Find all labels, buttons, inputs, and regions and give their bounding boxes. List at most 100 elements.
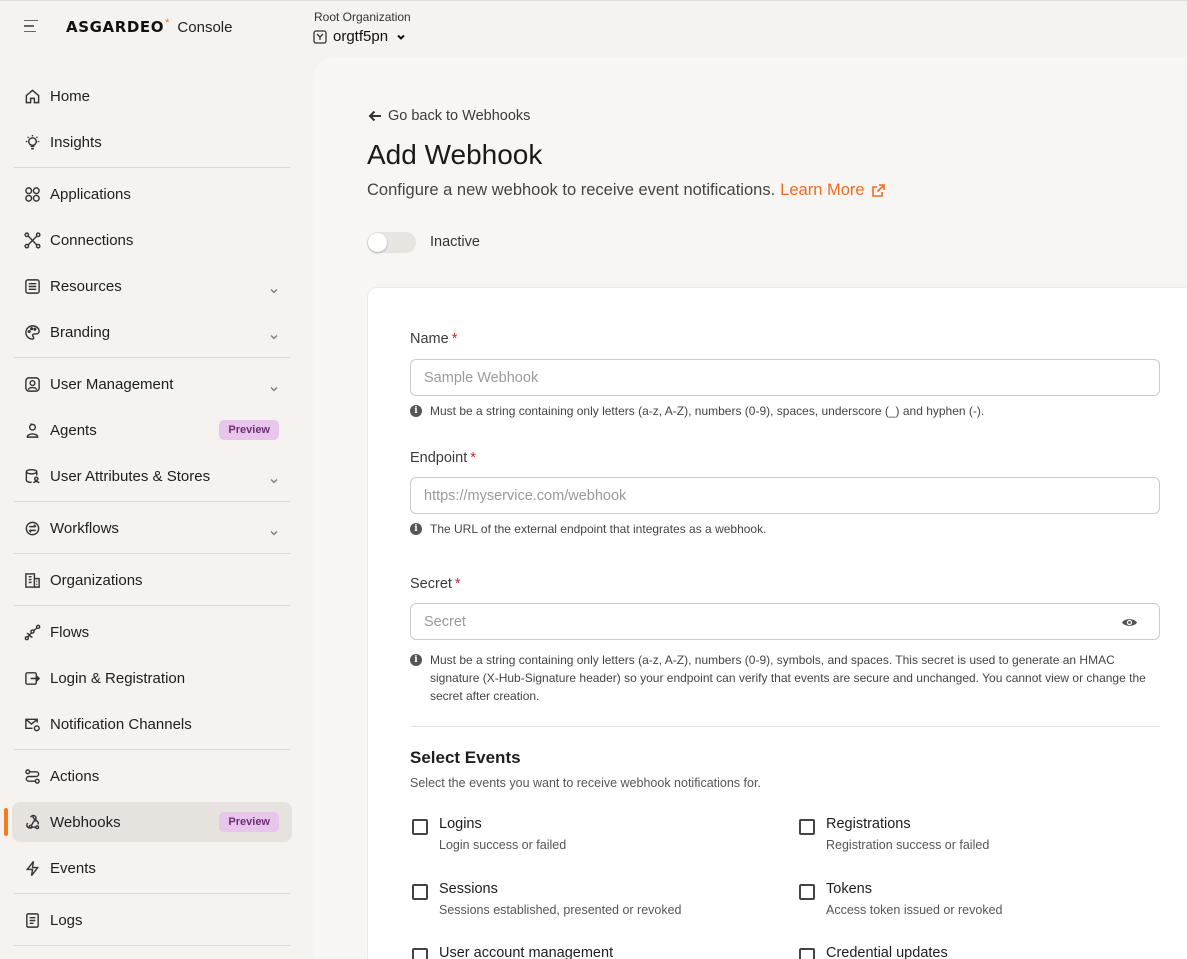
sidebar-item-resources[interactable]: Resources: [12, 266, 292, 306]
event-desc: Sessions established, presented or revok…: [439, 903, 682, 917]
sidebar-item-applications[interactable]: Applications: [12, 174, 292, 214]
sidebar-divider: [14, 553, 290, 554]
chevron-down-icon: [270, 328, 278, 340]
name-label-text: Name: [410, 331, 449, 347]
back-link[interactable]: Go back to Webhooks: [368, 108, 530, 124]
workflow-icon: [23, 519, 41, 537]
sidebar-item-user-management[interactable]: User Management: [12, 364, 292, 404]
sidebar-item-login-registration[interactable]: Login & Registration: [12, 658, 292, 698]
arrow-left-icon: [368, 110, 381, 122]
sidebar-item-workflows[interactable]: Workflows: [12, 508, 292, 548]
required-mark: *: [454, 576, 461, 592]
name-input[interactable]: [410, 359, 1160, 396]
sidebar-item-insights[interactable]: Insights: [12, 122, 292, 162]
chevron-down-icon: [270, 472, 278, 484]
applications-icon: [23, 185, 41, 203]
sidebar: ASGARDEO * Console Home Insights Applica…: [0, 0, 304, 959]
menu-icon[interactable]: [24, 20, 40, 36]
page-subtitle: Configure a new webhook to receive event…: [367, 181, 886, 200]
sidebar-divider: [14, 605, 290, 606]
resources-icon: [23, 277, 41, 295]
building-icon: [23, 571, 41, 589]
learn-more-label: Learn More: [780, 181, 865, 199]
endpoint-label-text: Endpoint: [410, 450, 468, 466]
toggle-knob: [368, 233, 387, 252]
event-desc: Registration success or failed: [826, 838, 990, 852]
event-title: Sessions: [439, 881, 498, 897]
secret-input[interactable]: [410, 603, 1160, 640]
sidebar-item-label: Notification Channels: [50, 715, 192, 733]
name-label: Name *: [410, 331, 457, 347]
sessions-checkbox[interactable]: [412, 884, 428, 900]
sidebar-item-notification-channels[interactable]: Notification Channels: [12, 704, 292, 744]
sidebar-item-label: Login & Registration: [50, 669, 186, 687]
org-switcher[interactable]: orgtf5pn: [313, 28, 406, 45]
sidebar-item-webhooks[interactable]: Webhooks Preview: [12, 802, 292, 842]
sidebar-item-label: Connections: [50, 231, 134, 249]
secret-label-text: Secret: [410, 576, 452, 592]
lightbulb-icon: [23, 133, 41, 151]
sidebar-divider: [14, 167, 290, 168]
sidebar-item-label: Events: [50, 859, 96, 877]
name-hint: i Must be a string containing only lette…: [410, 402, 984, 420]
sidebar-item-branding[interactable]: Branding: [12, 312, 292, 352]
endpoint-hint-text: The URL of the external endpoint that in…: [430, 522, 767, 536]
org-label: Root Organization: [314, 10, 411, 24]
sidebar-divider: [14, 357, 290, 358]
status-label: Inactive: [430, 234, 480, 250]
sidebar-item-events[interactable]: Events: [12, 848, 292, 888]
sidebar-divider: [14, 945, 290, 946]
endpoint-input[interactable]: [410, 477, 1160, 514]
learn-more-link[interactable]: Learn More: [780, 181, 885, 200]
eye-icon[interactable]: [1121, 614, 1138, 631]
status-toggle[interactable]: [367, 232, 416, 253]
sidebar-divider: [14, 893, 290, 894]
brand[interactable]: ASGARDEO * Console: [66, 17, 232, 36]
sidebar-item-label: Home: [50, 87, 91, 105]
agent-icon: [23, 421, 41, 439]
required-mark: *: [451, 331, 458, 347]
endpoint-label: Endpoint *: [410, 450, 476, 466]
logins-checkbox[interactable]: [412, 819, 428, 835]
sidebar-item-organizations[interactable]: Organizations: [12, 560, 292, 600]
sidebar-item-user-attributes-stores[interactable]: User Attributes & Stores: [12, 456, 292, 496]
sidebar-item-label: Flows: [50, 623, 90, 641]
sidebar-item-label: Branding: [50, 323, 111, 341]
credential-updates-checkbox[interactable]: [799, 948, 815, 959]
info-icon: i: [410, 523, 422, 535]
brand-star: *: [165, 17, 170, 29]
subtitle-text: Configure a new webhook to receive event…: [367, 181, 776, 199]
event-title: Logins: [439, 816, 482, 832]
registrations-checkbox[interactable]: [799, 819, 815, 835]
organization-icon: [313, 30, 327, 44]
login-icon: [23, 669, 41, 687]
section-divider: [410, 726, 1160, 727]
external-link-icon: [871, 184, 885, 197]
active-indicator: [4, 808, 8, 836]
sidebar-item-label: Insights: [50, 133, 102, 151]
sidebar-item-label: Resources: [50, 277, 122, 295]
sidebar-item-home[interactable]: Home: [12, 76, 292, 116]
tokens-checkbox[interactable]: [799, 884, 815, 900]
back-link-label: Go back to Webhooks: [388, 108, 531, 124]
event-title: User account management: [439, 945, 614, 959]
home-icon: [23, 87, 41, 105]
sidebar-item-label: Actions: [50, 767, 100, 785]
brand-logo: ASGARDEO: [66, 18, 165, 36]
lightning-icon: [23, 859, 41, 877]
sidebar-item-actions[interactable]: Actions: [12, 756, 292, 796]
sidebar-item-label: Organizations: [50, 571, 143, 589]
sidebar-item-label: Applications: [50, 185, 131, 203]
actions-icon: [23, 767, 41, 785]
event-title: Credential updates: [826, 945, 948, 959]
sidebar-item-agents[interactable]: Agents Preview: [12, 410, 292, 450]
sidebar-item-flows[interactable]: Flows: [12, 612, 292, 652]
event-title: Tokens: [826, 881, 872, 897]
sidebar-item-connections[interactable]: Connections: [12, 220, 292, 260]
sidebar-item-logs[interactable]: Logs: [12, 900, 292, 940]
flow-icon: [23, 623, 41, 641]
event-desc: Login success or failed: [439, 838, 567, 852]
event-desc: Access token issued or revoked: [826, 903, 1003, 917]
user-account-management-checkbox[interactable]: [412, 948, 428, 959]
database-user-icon: [23, 467, 41, 485]
